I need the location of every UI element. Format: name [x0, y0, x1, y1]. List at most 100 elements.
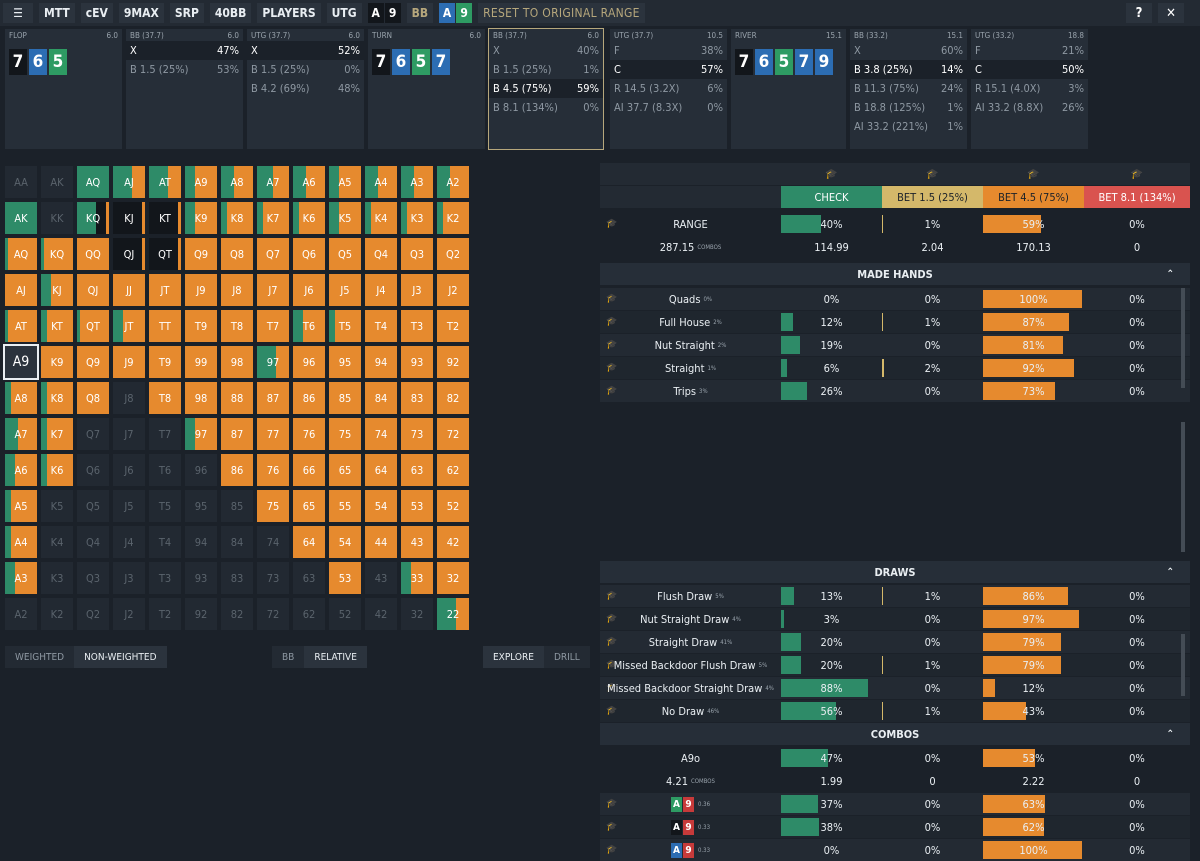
range-cell[interactable]: K8 — [221, 202, 253, 234]
range-cell[interactable]: A4 — [365, 166, 397, 198]
range-cell[interactable]: J4 — [113, 526, 145, 558]
range-cell[interactable]: 42 — [365, 598, 397, 630]
relative-button[interactable]: RELATIVE — [304, 646, 367, 668]
range-cell[interactable]: 88 — [221, 382, 253, 414]
range-cell[interactable]: J5 — [329, 274, 361, 306]
range-cell[interactable]: J6 — [293, 274, 325, 306]
range-cell[interactable]: 76 — [293, 418, 325, 450]
non-weighted-button[interactable]: NON-WEIGHTED — [74, 646, 167, 668]
street-panel[interactable]: BB (37.7) 6.0 X 47% B 1.5 (25%) 53% — [126, 29, 243, 149]
mortarboard-icon[interactable]: 🎓 — [606, 799, 617, 809]
action-row[interactable]: B 11.3 (75%) 24% — [850, 79, 967, 98]
mortarboard-icon[interactable]: 🎓 — [606, 386, 617, 396]
range-cell[interactable]: A7 — [257, 166, 289, 198]
range-cell[interactable]: K4 — [365, 202, 397, 234]
mortarboard-icon[interactable]: 🎓 — [606, 219, 617, 229]
drill-button[interactable]: DRILL — [544, 646, 590, 668]
range-cell[interactable]: 86 — [293, 382, 325, 414]
range-cell[interactable]: 52 — [437, 490, 469, 522]
range-cell[interactable]: Q8 — [221, 238, 253, 270]
range-cell[interactable]: J9 — [185, 274, 217, 306]
street-panel[interactable]: BB (33.2) 15.1 X 60% B 3.8 (25%) 14% B 11.3 (7… — [850, 29, 967, 149]
range-cell[interactable]: K9 — [41, 346, 73, 378]
toolbar-button-9max[interactable]: 9MAX — [118, 3, 164, 23]
range-cell[interactable]: 98 — [185, 382, 217, 414]
range-cell[interactable]: T4 — [149, 526, 181, 558]
range-cell[interactable]: 85 — [329, 382, 361, 414]
range-cell[interactable]: 73 — [401, 418, 433, 450]
action-row[interactable]: C 57% — [610, 60, 727, 79]
range-cell[interactable]: J8 — [221, 274, 253, 306]
range-cell[interactable]: T5 — [149, 490, 181, 522]
reset-range-button[interactable]: RESET TO ORIGINAL RANGE — [478, 3, 645, 23]
range-cell[interactable]: J8 — [113, 382, 145, 414]
action-row[interactable]: F 21% — [971, 41, 1088, 60]
range-cell[interactable]: JT — [113, 310, 145, 342]
range-cell[interactable]: 92 — [437, 346, 469, 378]
range-cell[interactable]: 63 — [401, 454, 433, 486]
range-cell[interactable]: Q9 — [77, 346, 109, 378]
range-cell[interactable]: J2 — [437, 274, 469, 306]
range-cell[interactable]: J7 — [257, 274, 289, 306]
action-row[interactable]: B 1.5 (25%) 53% — [126, 60, 243, 79]
street-panel[interactable]: UTG (37.7) 6.0 X 52% B 1.5 (25%) 0% B 4.2 (69%… — [247, 29, 364, 149]
range-cell[interactable]: AQ — [5, 238, 37, 270]
range-cell[interactable]: AT — [5, 310, 37, 342]
range-cell[interactable]: Q9 — [185, 238, 217, 270]
action-header[interactable]: CHECK — [781, 186, 882, 208]
range-cell[interactable]: K9 — [185, 202, 217, 234]
range-cell[interactable]: K2 — [41, 598, 73, 630]
mortarboard-icon[interactable]: 🎓 — [606, 637, 617, 647]
range-cell[interactable]: J7 — [113, 418, 145, 450]
range-cell[interactable]: J9 — [113, 346, 145, 378]
range-cell[interactable]: K3 — [41, 562, 73, 594]
action-row[interactable]: B 1.5 (25%) 0% — [247, 60, 364, 79]
range-cell[interactable]: K6 — [41, 454, 73, 486]
chevron-up-icon[interactable]: ⌃ — [1166, 269, 1174, 280]
range-cell[interactable]: TT — [149, 310, 181, 342]
range-cell[interactable]: Q5 — [77, 490, 109, 522]
range-cell[interactable]: K8 — [41, 382, 73, 414]
range-cell[interactable]: 87 — [257, 382, 289, 414]
range-cell[interactable]: AA — [5, 166, 37, 198]
range-cell[interactable]: 98 — [221, 346, 253, 378]
mortarboard-icon[interactable]: 🎓 — [606, 591, 617, 601]
range-cell[interactable]: KT — [149, 202, 181, 234]
range-cell[interactable]: 95 — [185, 490, 217, 522]
range-cell[interactable]: KQ — [41, 238, 73, 270]
range-cell[interactable]: 87 — [221, 418, 253, 450]
range-cell[interactable]: Q8 — [77, 382, 109, 414]
action-row[interactable]: X 40% — [489, 41, 603, 60]
range-cell[interactable]: K6 — [293, 202, 325, 234]
range-cell[interactable]: 97 — [185, 418, 217, 450]
mortarboard-icon[interactable]: 🎓 — [606, 317, 617, 327]
table-row[interactable]: 🎓 🎓 🎓 🎓 — [600, 163, 1190, 185]
range-cell[interactable]: 75 — [329, 418, 361, 450]
range-cell[interactable]: A8 — [221, 166, 253, 198]
range-cell[interactable]: 95 — [329, 346, 361, 378]
range-cell[interactable]: K7 — [41, 418, 73, 450]
range-cell[interactable]: 52 — [329, 598, 361, 630]
mortarboard-icon[interactable]: 🎓 — [606, 822, 617, 832]
range-cell[interactable]: 82 — [437, 382, 469, 414]
toolbar-button-srp[interactable]: SRP — [169, 3, 204, 23]
table-row[interactable]: 🎓 Trips 3% 26% 0% 73% 0% — [600, 380, 1190, 402]
range-cell[interactable]: 44 — [365, 526, 397, 558]
toolbar-button-40bb[interactable]: 40BB — [209, 3, 252, 23]
table-row[interactable]: 🎓 Quads 0% 0% 0% 100% 0% — [600, 288, 1190, 310]
range-cell[interactable]: 62 — [437, 454, 469, 486]
range-cell[interactable]: Q3 — [401, 238, 433, 270]
street-panel[interactable]: UTG (33.2) 18.8 F 21% C 50% R 15.1 (4.0X) 3% AI … — [971, 29, 1088, 149]
range-cell[interactable]: AQ — [77, 166, 109, 198]
range-cell[interactable]: 99 — [185, 346, 217, 378]
mortarboard-icon[interactable]: 🎓 — [606, 294, 617, 304]
help-button[interactable]: ? — [1126, 3, 1152, 23]
street-panel[interactable]: UTG (37.7) 10.5 F 38% C 57% R 14.5 (3.2X) 6% AI … — [610, 29, 727, 149]
range-cell[interactable]: K2 — [437, 202, 469, 234]
action-row[interactable]: B 18.8 (125%) 1% — [850, 98, 967, 117]
range-cell[interactable]: 32 — [437, 562, 469, 594]
range-cell[interactable]: 94 — [185, 526, 217, 558]
chevron-up-icon[interactable]: ⌃ — [1166, 567, 1174, 578]
range-cell[interactable]: QT — [77, 310, 109, 342]
street-panel[interactable]: BB (37.7) 6.0 X 40% B 1.5 (25%) 1% B 4.5 (75%)… — [488, 28, 604, 150]
